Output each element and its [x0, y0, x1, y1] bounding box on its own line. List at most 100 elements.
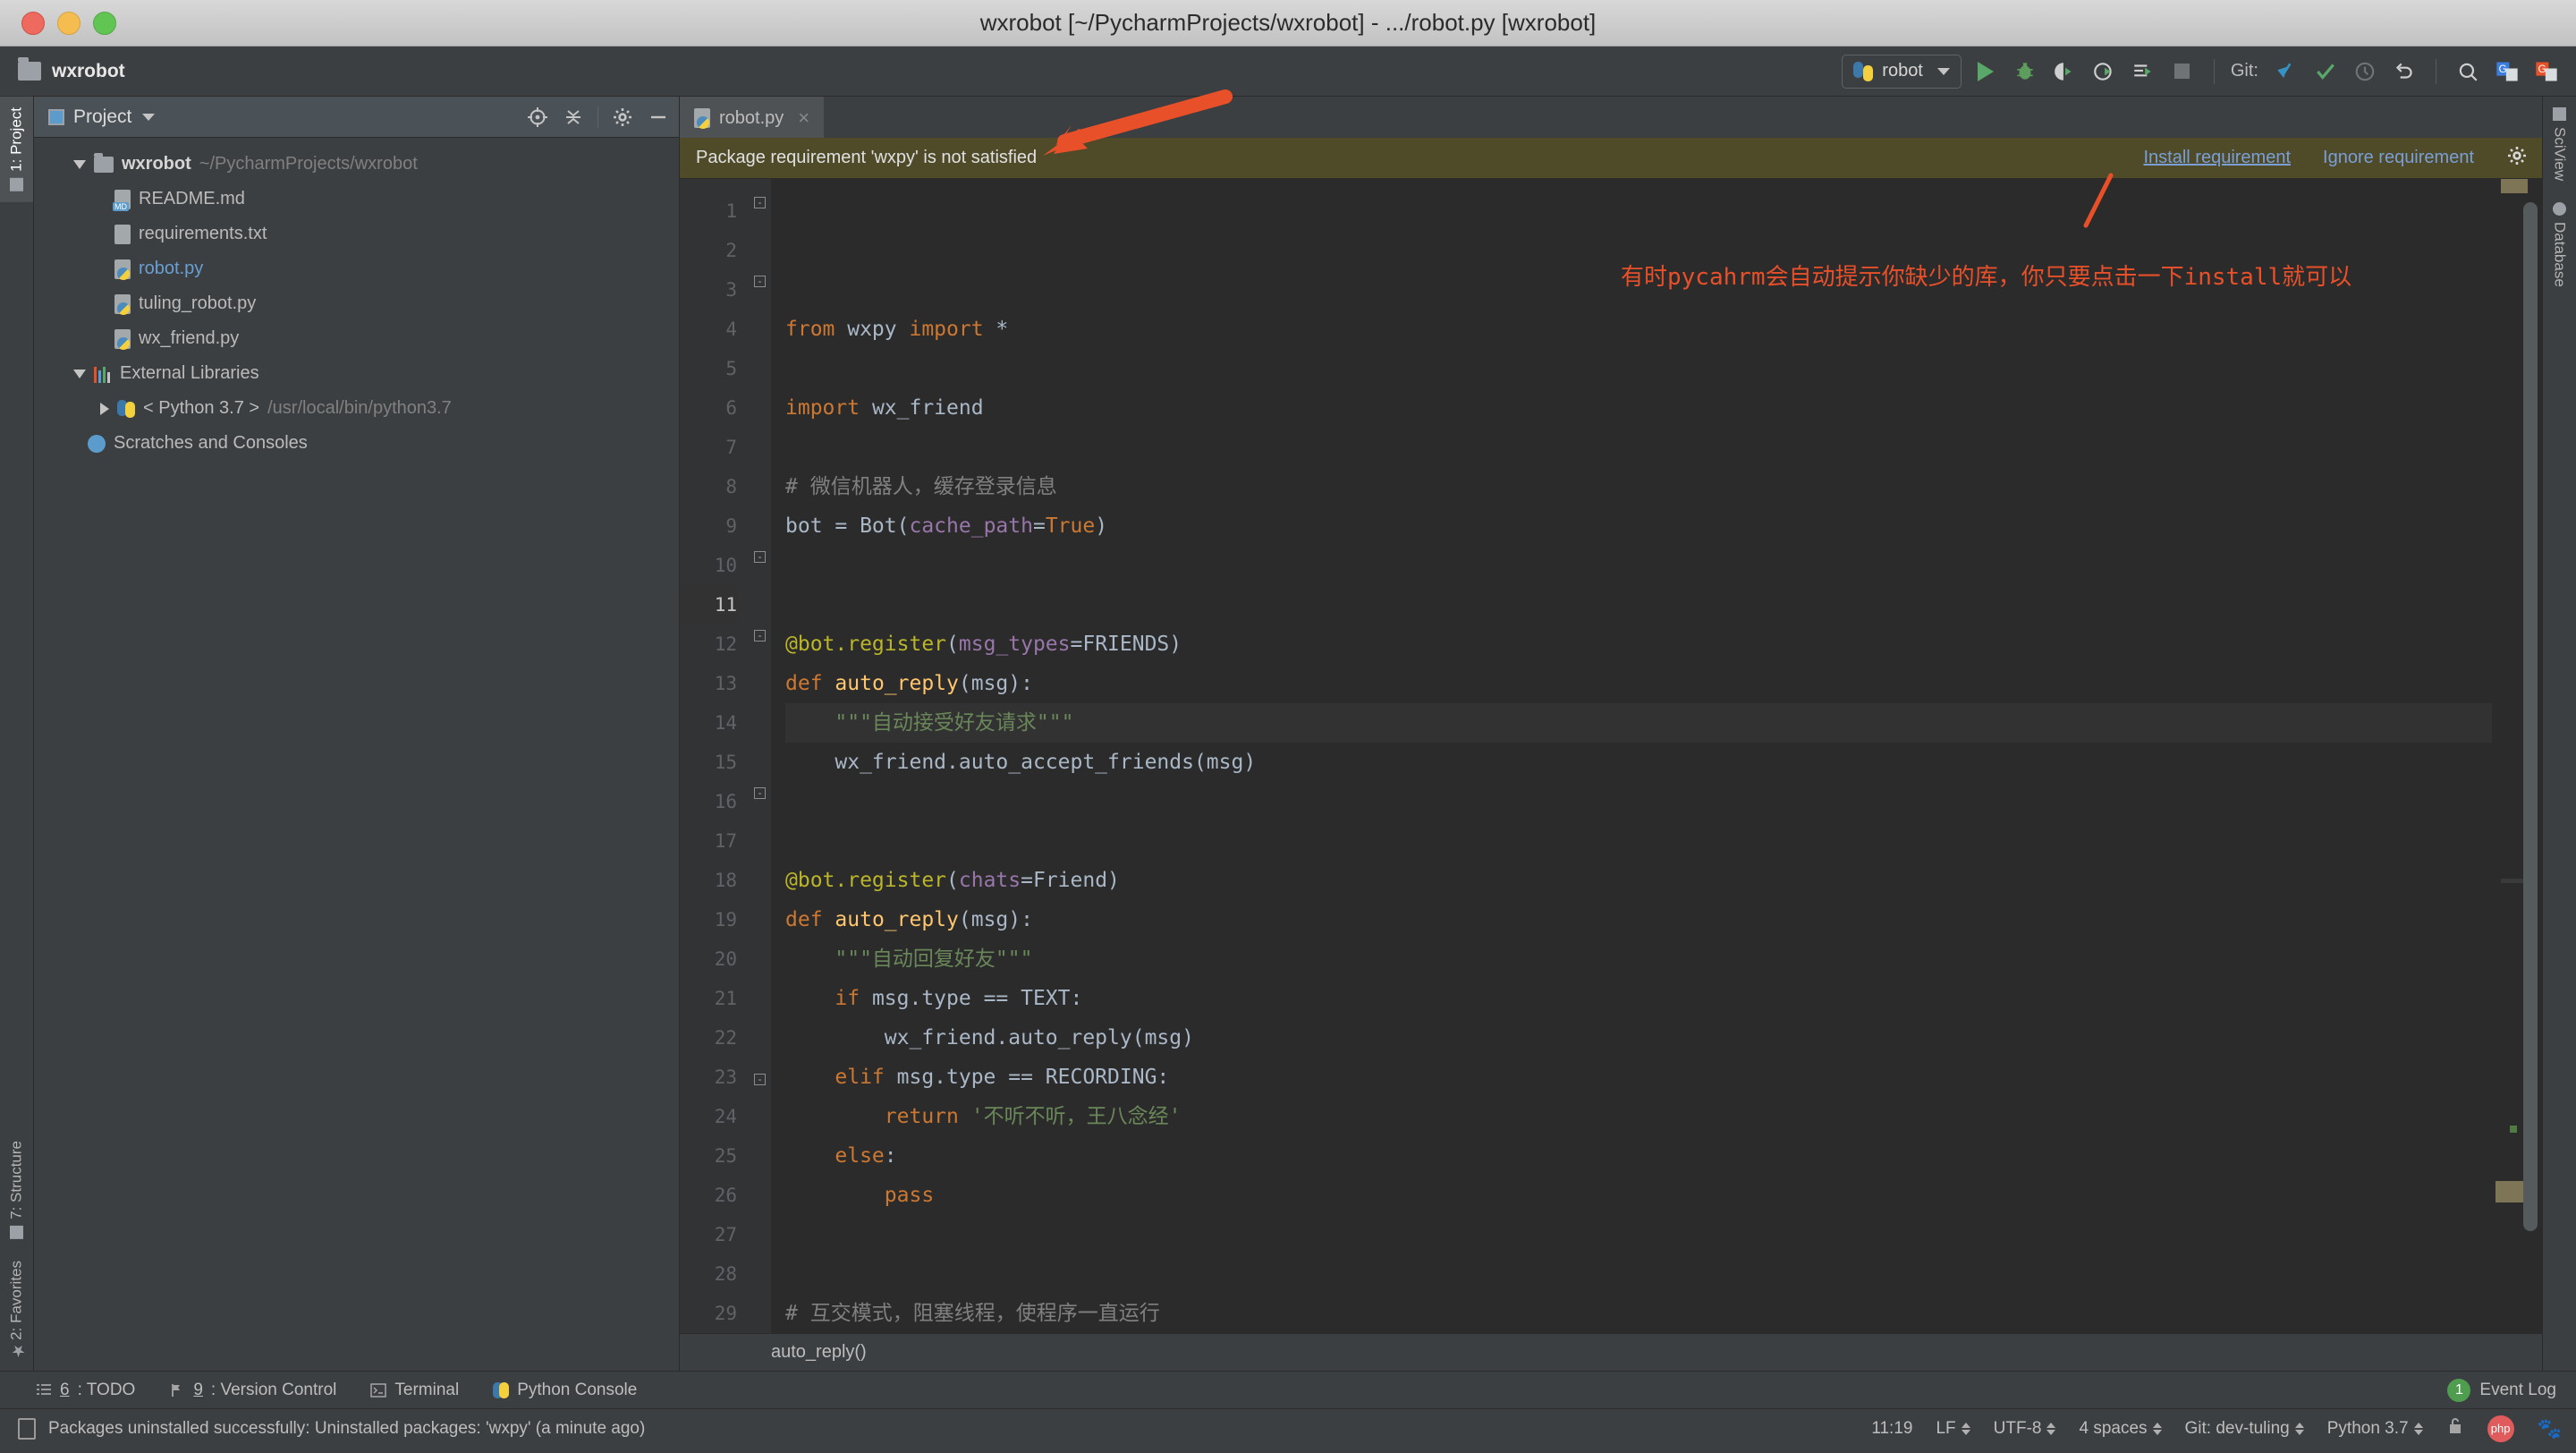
- tree-node-tuling-robot-py[interactable]: tuling_robot.py: [34, 286, 679, 321]
- stop-icon[interactable]: [2167, 56, 2198, 87]
- run-icon[interactable]: [1970, 56, 2001, 87]
- run-configuration-selector[interactable]: robot: [1842, 55, 1962, 89]
- marker-warning[interactable]: [2501, 179, 2528, 193]
- tree-node-wxrobot[interactable]: wxrobot ~/PycharmProjects/wxrobot: [34, 147, 679, 182]
- toolbar-project-name[interactable]: wxrobot: [52, 61, 125, 82]
- status-encoding[interactable]: UTF-8: [1994, 1419, 2056, 1439]
- code-line[interactable]: @bot.register(chats=Friend): [785, 861, 2492, 900]
- run-with-console-icon[interactable]: [2128, 56, 2158, 87]
- chevron-right-icon[interactable]: [100, 403, 109, 415]
- code-editor[interactable]: 1234567891011121314151617181920212223242…: [680, 179, 2542, 1333]
- code-line[interactable]: import wx_friend: [785, 388, 2492, 428]
- stepper-icon[interactable]: [2414, 1423, 2423, 1435]
- install-requirement-link[interactable]: Install requirement: [2143, 148, 2291, 168]
- close-icon[interactable]: ×: [798, 106, 809, 130]
- coverage-icon[interactable]: [2049, 56, 2080, 87]
- stepper-icon[interactable]: [2046, 1423, 2055, 1435]
- locate-icon[interactable]: [526, 106, 549, 129]
- code-line[interactable]: @bot.register(msg_types=FRIENDS): [785, 625, 2492, 664]
- sidebar-item-sciview[interactable]: SciView: [2543, 97, 2576, 191]
- code-line[interactable]: [785, 546, 2492, 585]
- status-cursor-position[interactable]: 11:19: [1871, 1419, 1912, 1439]
- stepper-icon[interactable]: [2295, 1423, 2304, 1435]
- debug-icon[interactable]: [2010, 56, 2040, 87]
- code-line[interactable]: elif msg.type == RECORDING:: [785, 1058, 2492, 1097]
- php-icon[interactable]: php: [2487, 1415, 2514, 1442]
- tree-node-scratches[interactable]: Scratches and Consoles: [34, 426, 679, 461]
- code-line[interactable]: from wxpy import *: [785, 310, 2492, 349]
- code-line[interactable]: """自动回复好友""": [785, 939, 2492, 979]
- fold-marker[interactable]: -: [754, 1074, 766, 1085]
- code-line[interactable]: [785, 782, 2492, 821]
- history-icon[interactable]: [2350, 56, 2380, 87]
- tree-node-readme[interactable]: README.md: [34, 182, 679, 217]
- code-line[interactable]: wx_friend.auto_reply(msg): [785, 1018, 2492, 1058]
- breadcrumb[interactable]: auto_reply(): [680, 1333, 2542, 1371]
- translate-google-icon[interactable]: G: [2492, 56, 2522, 87]
- status-git-branch[interactable]: Git: dev-tuling: [2185, 1419, 2304, 1439]
- code-line[interactable]: pass: [785, 1176, 2492, 1215]
- project-panel-title[interactable]: Project: [73, 106, 131, 128]
- code-line[interactable]: [785, 821, 2492, 861]
- commit-icon[interactable]: [2310, 56, 2341, 87]
- code-content[interactable]: 有时pycahrm会自动提示你缺少的库，你只要点击一下install就可以 fr…: [771, 179, 2492, 1333]
- ignore-requirement-link[interactable]: Ignore requirement: [2323, 148, 2474, 168]
- event-log-button[interactable]: 1 Event Log: [2447, 1379, 2576, 1402]
- sidebar-item-structure[interactable]: 7: Structure: [0, 1130, 33, 1250]
- code-line[interactable]: """自动接受好友请求""": [785, 703, 2492, 743]
- hide-icon[interactable]: [647, 106, 670, 129]
- code-line[interactable]: [785, 428, 2492, 467]
- collapse-all-icon[interactable]: [562, 106, 585, 129]
- stepper-icon[interactable]: [1962, 1423, 1970, 1435]
- status-message-icon[interactable]: [18, 1418, 36, 1440]
- update-project-icon[interactable]: [2271, 56, 2301, 87]
- settings-icon[interactable]: [611, 106, 634, 129]
- tool-window-version-control[interactable]: 9: Version Control: [169, 1381, 336, 1400]
- editor-scrollbar[interactable]: [2523, 202, 2538, 1231]
- translate-red-icon[interactable]: G: [2531, 56, 2562, 87]
- code-line[interactable]: [785, 585, 2492, 625]
- code-line[interactable]: def auto_reply(msg):: [785, 664, 2492, 703]
- sidebar-item-project[interactable]: 1: Project: [0, 97, 33, 202]
- tool-window-python-console[interactable]: Python Console: [493, 1381, 637, 1400]
- fold-marker[interactable]: -: [754, 551, 766, 563]
- tool-window-terminal[interactable]: Terminal: [370, 1381, 459, 1400]
- code-line[interactable]: else:: [785, 1136, 2492, 1176]
- code-line[interactable]: [785, 349, 2492, 388]
- code-line[interactable]: def auto_reply(msg):: [785, 900, 2492, 939]
- gear-icon[interactable]: [2506, 145, 2528, 172]
- code-line[interactable]: bot = Bot(cache_path=True): [785, 506, 2492, 546]
- chevron-down-icon[interactable]: [73, 370, 86, 378]
- tab-robot-py[interactable]: robot.py ×: [680, 97, 824, 138]
- code-line[interactable]: # 互交模式，阻塞线程，使程序一直运行: [785, 1294, 2492, 1333]
- chevron-down-icon[interactable]: [142, 114, 155, 121]
- code-line[interactable]: [785, 1254, 2492, 1294]
- search-everywhere-icon[interactable]: [2453, 56, 2483, 87]
- tree-node-wx-friend-py[interactable]: wx_friend.py: [34, 321, 679, 356]
- editor-marker-bar[interactable]: [2492, 179, 2542, 1333]
- sidebar-item-database[interactable]: Database: [2543, 191, 2576, 298]
- code-line[interactable]: # 微信机器人，缓存登录信息: [785, 467, 2492, 506]
- profile-icon[interactable]: [2089, 56, 2119, 87]
- fold-marker[interactable]: -: [754, 787, 766, 799]
- fold-marker[interactable]: -: [754, 630, 766, 642]
- fold-marker[interactable]: -: [754, 197, 766, 208]
- status-indent[interactable]: 4 spaces: [2079, 1419, 2161, 1439]
- tree-node-requirements[interactable]: requirements.txt: [34, 217, 679, 251]
- code-line[interactable]: wx_friend.auto_accept_friends(msg): [785, 743, 2492, 782]
- code-line[interactable]: if msg.type == TEXT:: [785, 979, 2492, 1018]
- tree-node-robot-py[interactable]: robot.py: [34, 251, 679, 286]
- tree-node-python-37[interactable]: < Python 3.7 > /usr/local/bin/python3.7: [34, 391, 679, 426]
- status-interpreter[interactable]: Python 3.7: [2327, 1419, 2423, 1439]
- rollback-icon[interactable]: [2389, 56, 2419, 87]
- status-line-separator[interactable]: LF: [1936, 1419, 1970, 1439]
- lock-icon[interactable]: [2446, 1416, 2464, 1441]
- stepper-icon[interactable]: [2153, 1423, 2162, 1435]
- tree-node-external-libraries[interactable]: External Libraries: [34, 356, 679, 391]
- code-line[interactable]: [785, 1215, 2492, 1254]
- tool-window-todo[interactable]: 6: TODO: [36, 1381, 135, 1400]
- sidebar-item-favorites[interactable]: ★ 2: Favorites: [0, 1250, 33, 1371]
- code-folding-gutter[interactable]: - - - - - -: [748, 179, 771, 1333]
- paw-icon[interactable]: 🐾: [2538, 1417, 2562, 1440]
- fold-marker[interactable]: -: [754, 276, 766, 287]
